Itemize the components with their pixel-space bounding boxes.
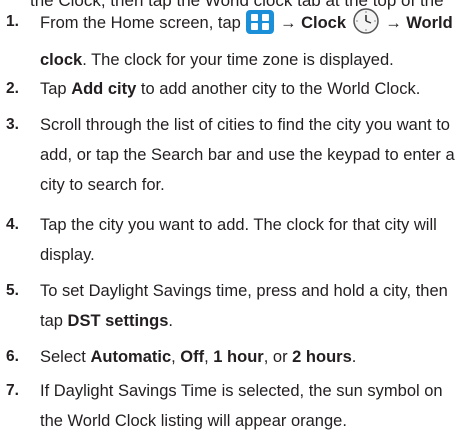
step-text: From the Home screen, tap → Clock → Worl… (40, 7, 462, 75)
step-number: 7. (6, 382, 19, 399)
step-text-part: DST settings (67, 312, 169, 330)
step-number: 3. (6, 116, 19, 133)
step-text: Tap the city you want to add. The clock … (40, 216, 437, 264)
step-text-part: . (168, 312, 173, 330)
step-number: 1. (6, 13, 19, 30)
step-text-part: . The clock for your time zone is displa… (82, 51, 394, 69)
step-text: If Daylight Savings Time is selected, th… (40, 382, 443, 430)
step-text: To set Daylight Savings time, press and … (40, 276, 462, 336)
step-text-part: 2 hours (292, 348, 352, 366)
step-text-part: → Clock (275, 14, 351, 32)
step-number: 2. (6, 80, 19, 97)
step-text-part: From the Home screen, tap (40, 14, 246, 32)
step-text: Select Automatic, Off, 1 hour, or 2 hour… (40, 342, 462, 372)
step-number: 6. (6, 348, 19, 365)
step-text-part: 1 hour (213, 348, 264, 366)
step-text-part: Add city (71, 80, 137, 98)
step-number: 5. (6, 282, 19, 299)
step-number: 4. (6, 216, 19, 233)
step-text: Tap Add city to add another city to the … (40, 74, 462, 104)
step-text-part: , or (263, 348, 293, 366)
step-text: Scroll through the list of cities to fin… (40, 116, 455, 194)
step-text-part: Select (40, 348, 91, 366)
step-text-part: Off (180, 348, 205, 366)
step-text-part: , (171, 348, 181, 366)
clock-icon (351, 7, 381, 45)
step-text-part: to add another city to the World Clock. (136, 80, 421, 98)
apps-grid-icon (245, 9, 275, 45)
step-text-part: Tap (40, 80, 72, 98)
step-text-part: Automatic (90, 348, 172, 366)
step-text-part: . (351, 348, 357, 366)
step-text-part: , (204, 348, 214, 366)
